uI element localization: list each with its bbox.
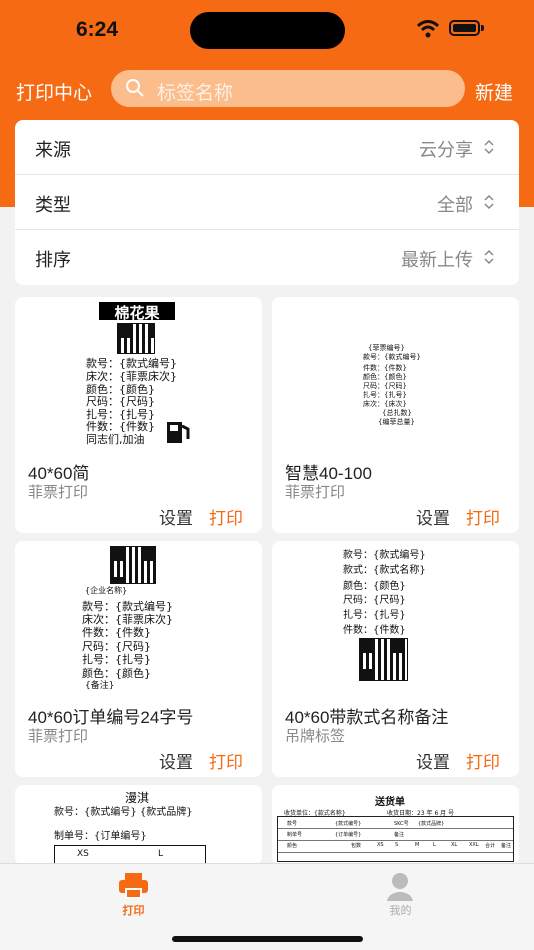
settings-button[interactable]: 设置 (416, 748, 450, 773)
preview-line: 合计 (485, 843, 496, 849)
type-filter[interactable]: 类型 全部 (15, 175, 519, 230)
print-button[interactable]: 打印 (209, 504, 243, 529)
preview-line: 款号：{款式编号} {款式品牌} (54, 807, 193, 818)
preview-line: XL (451, 842, 458, 848)
preview-line: M (415, 842, 420, 848)
preview-line: {款式品牌} (418, 821, 445, 827)
tab-label: 打印 (122, 905, 145, 917)
template-card[interactable]: 送货单 收货单位：{款式名称} 收货日期：23 年 6 月 号 款号 {款式编号… (272, 785, 519, 865)
chevron-up-down-icon (484, 194, 494, 210)
wifi-icon (416, 20, 440, 38)
filter-label: 排序 (35, 250, 71, 270)
template-type: 吊牌标签 (285, 728, 346, 745)
status-time: 6:24 (76, 18, 119, 41)
preview-line: {备注} (85, 681, 115, 691)
template-type: 菲票打印 (285, 484, 346, 501)
fuel-pump-icon (167, 422, 190, 443)
qr-code-icon (110, 546, 156, 584)
preview-line: 扎号：{扎号} (343, 610, 406, 621)
preview-line: 制单号：{订单编号} (54, 831, 147, 842)
template-preview: 款号：{款式编号} 款式：{款式名称} 颜色：{颜色} 尺码：{尺码} 扎号：{… (335, 541, 457, 692)
preview-line: 备注 (501, 843, 512, 849)
template-preview: 棉花果 款号：{款式编号} 床次：{菲票床次} 颜色：{颜色} 尺码：{尺码} … (78, 297, 200, 448)
template-type: 菲票打印 (28, 728, 89, 745)
preview-line: 制单号 (287, 832, 303, 838)
chevron-up-down-icon (484, 139, 494, 155)
preview-line: {订单编号} (335, 832, 362, 838)
print-button[interactable]: 打印 (466, 504, 500, 529)
preview-line: 款号：{款式编号} (343, 550, 426, 561)
search-input[interactable]: 标签名称 (111, 70, 465, 107)
search-icon (126, 79, 144, 97)
template-type: 菲票打印 (28, 484, 89, 501)
filter-label: 来源 (35, 140, 71, 160)
dynamic-island (190, 12, 345, 49)
filter-value: 全部 (437, 195, 473, 215)
qr-code-icon (117, 323, 155, 354)
template-preview: 漫淇 款号：{款式编号} {款式品牌} 制单号：{订单编号} XS L (46, 785, 229, 864)
preview-line: 颜色：{颜色} (343, 581, 406, 592)
tab-print[interactable]: 打印 (0, 864, 267, 929)
preview-line: SKC号 (394, 821, 409, 827)
template-preview: {菲票编号} 款号：{款式编号} 件数：{件数} 颜色：{颜色} 尺码：{尺码}… (358, 297, 432, 448)
preview-line: XXL (469, 842, 479, 848)
user-icon (387, 873, 413, 901)
template-card[interactable]: 棉花果 款号：{款式编号} 床次：{菲票床次} 颜色：{颜色} 尺码：{尺码} … (15, 297, 262, 533)
preview-line: 颜色 (287, 843, 298, 849)
preview-line: {款式编号} (335, 821, 362, 827)
tab-label: 我的 (389, 905, 412, 917)
preview-line: 款号 (287, 821, 298, 827)
search-placeholder: 标签名称 (157, 83, 234, 104)
home-indicator (172, 936, 363, 942)
template-card[interactable]: {企业名称} 款号：{款式编号} 床次：{菲票床次} 件数：{件数} 尺码：{尺… (15, 541, 262, 777)
settings-button[interactable]: 设置 (159, 748, 193, 773)
template-card[interactable]: {菲票编号} 款号：{款式编号} 件数：{件数} 颜色：{颜色} 尺码：{尺码}… (272, 297, 519, 533)
preview-line: 款号：{款式编号} (363, 353, 421, 361)
preview-line: 包数 (351, 843, 362, 849)
tab-me[interactable]: 我的 (267, 864, 534, 929)
settings-button[interactable]: 设置 (416, 504, 450, 529)
top-navigation: 打印中心 标签名称 新建 (0, 70, 534, 108)
printer-icon (119, 873, 148, 899)
new-button[interactable]: 新建 (475, 78, 513, 105)
preview-title: 送货单 (375, 797, 405, 808)
preview-line: {企业名称} (85, 586, 128, 595)
template-preview: {企业名称} 款号：{款式编号} 床次：{菲票床次} 件数：{件数} 尺码：{尺… (78, 541, 200, 692)
page-title: 打印中心 (16, 83, 93, 104)
status-bar: 6:24 (0, 0, 534, 58)
sort-filter[interactable]: 排序 最新上传 (15, 230, 519, 285)
template-card[interactable]: 漫淇 款号：{款式编号} {款式品牌} 制单号：{订单编号} XS L (15, 785, 262, 865)
preview-line: {编菲总量} (378, 418, 415, 426)
battery-icon (449, 20, 480, 36)
filter-value: 云分享 (419, 140, 473, 160)
filter-label: 类型 (35, 195, 71, 215)
preview-line: XS (77, 849, 89, 859)
preview-line: 尺码：{尺码} (343, 595, 406, 606)
preview-line: 件数：{件数} (343, 625, 406, 636)
filter-value: 最新上传 (401, 250, 473, 270)
preview-line: 备注 (394, 832, 405, 838)
print-button[interactable]: 打印 (209, 748, 243, 773)
preview-line: 款式：{款式名称} (343, 565, 426, 576)
preview-line: L (433, 842, 436, 848)
template-preview: 送货单 收货单位：{款式名称} 收货日期：23 年 6 月 号 款号 {款式编号… (275, 785, 516, 864)
preview-line: 同志们,加油 (86, 433, 145, 446)
print-button[interactable]: 打印 (466, 748, 500, 773)
preview-line: XS (377, 842, 384, 848)
settings-button[interactable]: 设置 (159, 504, 193, 529)
qr-code-icon (359, 638, 408, 681)
filter-panel: 来源 云分享 类型 全部 排序 最新上传 (15, 120, 519, 285)
battery-tip (481, 25, 484, 31)
chevron-up-down-icon (484, 249, 494, 265)
source-filter[interactable]: 来源 云分享 (15, 120, 519, 175)
preview-title: 棉花果 (99, 302, 175, 322)
preview-line: S (395, 842, 399, 848)
template-card[interactable]: 款号：{款式编号} 款式：{款式名称} 颜色：{颜色} 尺码：{尺码} 扎号：{… (272, 541, 519, 777)
preview-line: L (158, 849, 164, 859)
